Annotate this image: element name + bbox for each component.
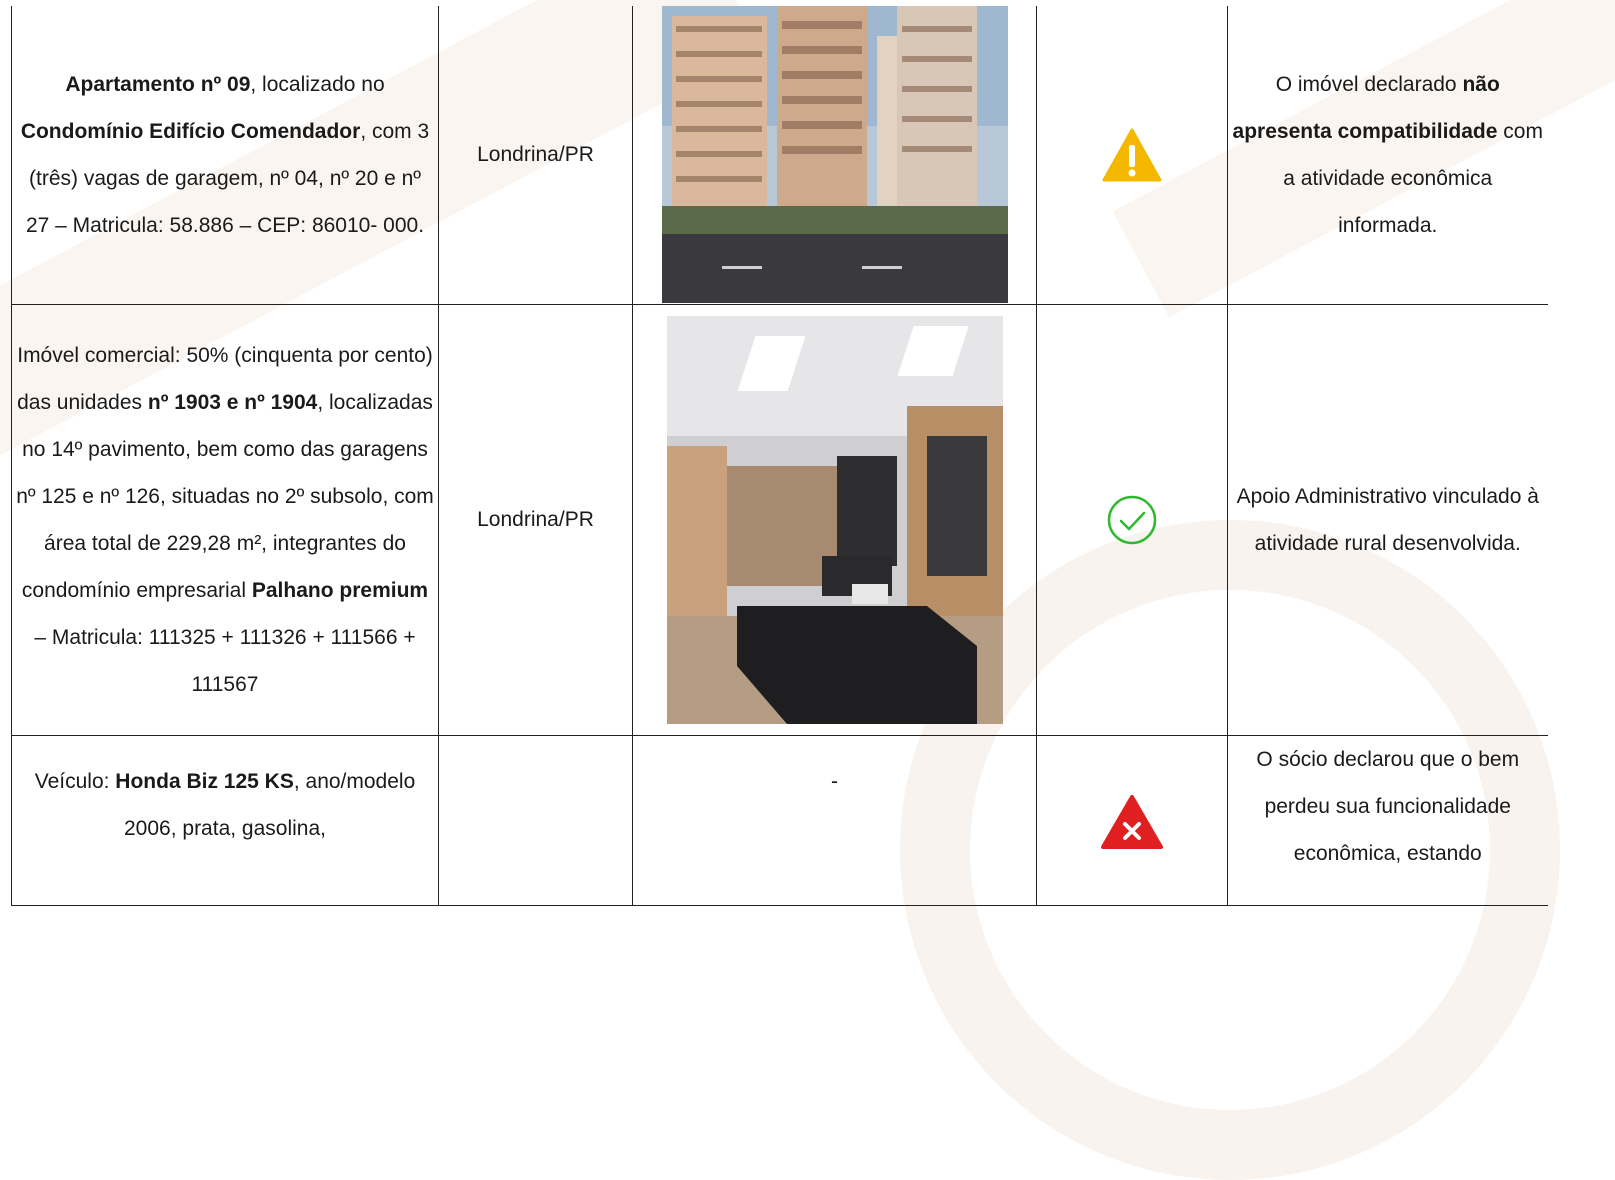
assets-table: Apartamento nº 09, localizado no Condomí…: [11, 6, 1548, 906]
asset-city: Londrina/PR: [438, 6, 633, 305]
desc-text: , localizado no: [250, 72, 385, 96]
vehicle-model: Honda Biz 125 KS: [115, 769, 294, 793]
table-row: Apartamento nº 09, localizado no Condomí…: [11, 6, 1548, 305]
note-text: Apoio Administrativo vinculado à ativida…: [1236, 484, 1539, 555]
note-text: O sócio declarou que o bem perdeu sua fu…: [1256, 747, 1520, 865]
note-text: O imóvel declarado: [1275, 72, 1463, 96]
unit-numbers: nº 1903 e nº 1904: [147, 390, 318, 414]
asset-description: Veículo: Honda Biz 125 KS, ano/modelo 20…: [11, 734, 439, 906]
office-interior-photo: [666, 315, 1003, 724]
condo-name: Palhano premium: [251, 578, 429, 602]
asset-photo-cell: -: [632, 734, 1037, 906]
table-row: Veículo: Honda Biz 125 KS, ano/modelo 20…: [11, 734, 1548, 906]
warning-icon: [1102, 128, 1162, 182]
desc-text: – Matricula: 111325 + 111326 + 111566 + …: [34, 625, 416, 696]
asset-photo-cell: [632, 303, 1037, 736]
condo-name: Condomínio Edifício Comendador: [20, 119, 361, 143]
building-exterior-photo: [661, 6, 1008, 303]
status-cell: [1036, 734, 1228, 906]
table-row: Imóvel comercial: 50% (cinquenta por cen…: [11, 303, 1548, 736]
desc-text: Veículo:: [34, 769, 116, 793]
check-circle-icon: [1107, 495, 1157, 544]
error-triangle-icon: [1101, 794, 1163, 849]
asset-city: Londrina/PR: [438, 303, 633, 736]
asset-description: Apartamento nº 09, localizado no Condomí…: [11, 6, 439, 305]
asset-description: Imóvel comercial: 50% (cinquenta por cen…: [11, 303, 439, 736]
asset-title: Apartamento nº 09: [65, 72, 251, 96]
status-note: O imóvel declarado não apresenta compati…: [1227, 6, 1548, 305]
asset-city: [438, 734, 633, 906]
status-note: O sócio declarou que o bem perdeu sua fu…: [1227, 734, 1548, 906]
asset-photo-cell: [632, 6, 1037, 305]
desc-text: , localizadas no 14º pavimento, bem como…: [16, 390, 434, 602]
status-note: Apoio Administrativo vinculado à ativida…: [1227, 303, 1548, 736]
status-cell: [1036, 303, 1228, 736]
status-cell: [1036, 6, 1228, 305]
